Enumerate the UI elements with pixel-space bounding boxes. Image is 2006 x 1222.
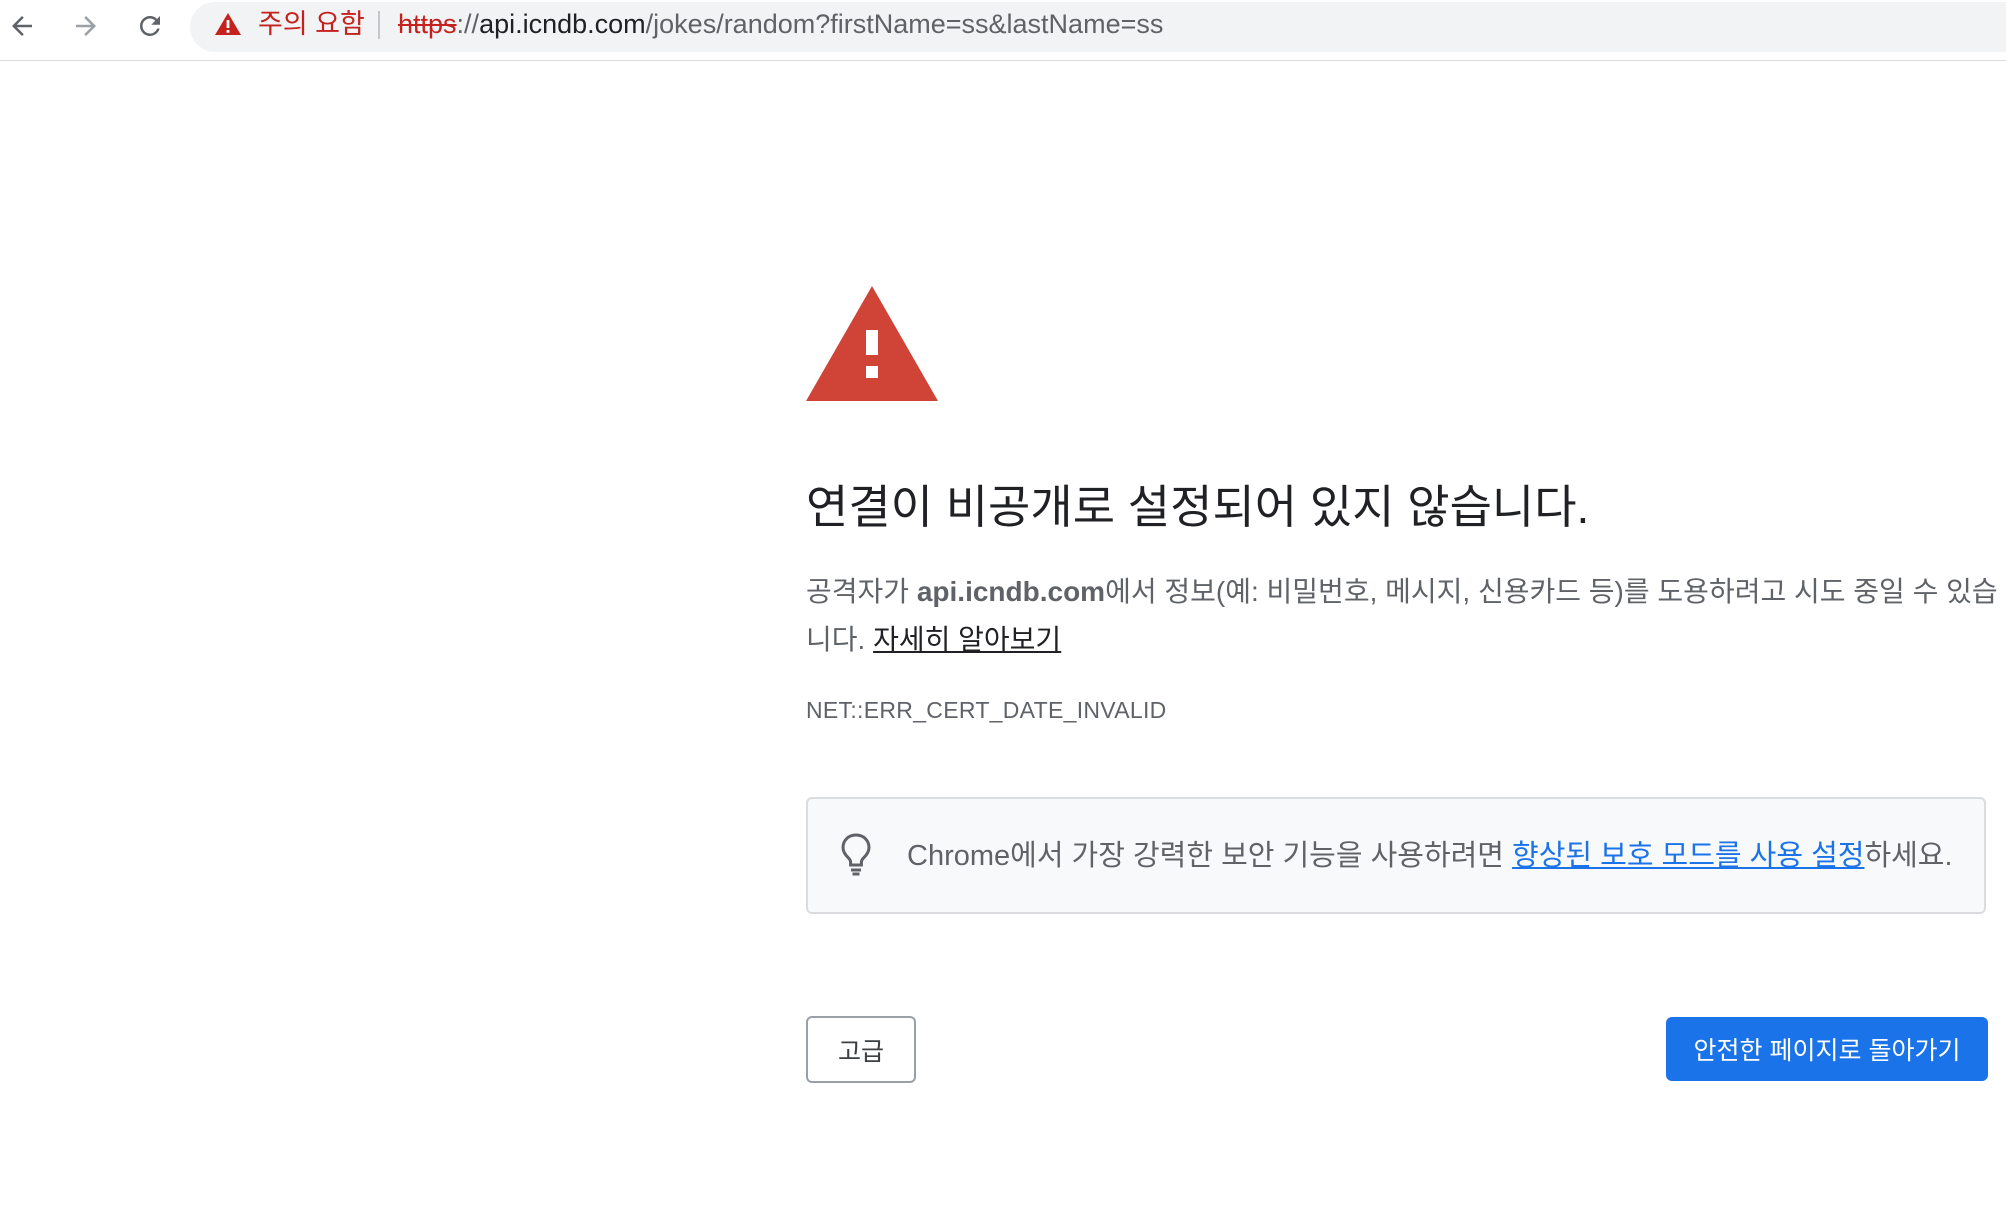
url-scheme: https (398, 9, 457, 39)
enhanced-protection-banner: Chrome에서 가장 강력한 보안 기능을 사용하려면 향상된 보호 모드를 … (806, 797, 1986, 914)
back-arrow-icon (12, 16, 32, 36)
warning-icon[interactable] (214, 11, 242, 37)
learn-more-link[interactable]: 자세히 알아보기 (873, 624, 1061, 655)
url-host: api.icndb.com (479, 9, 646, 39)
warning-triangle-icon (806, 286, 938, 401)
tip-suffix: 하세요. (1864, 840, 1953, 872)
address-bar-divider (378, 11, 380, 39)
error-code[interactable]: NET::ERR_CERT_DATE_INVALID (806, 695, 1167, 725)
forward-button[interactable] (66, 6, 106, 46)
main-message: 공격자가 api.icndb.com에서 정보(예: 비밀번호, 메시지, 신용… (806, 568, 2001, 664)
browser-toolbar: 주의 요함 https://api.icndb.com/jokes/random… (0, 0, 2006, 61)
not-secure-chip[interactable]: 주의 요함 (258, 8, 365, 40)
message-host: api.icndb.com (916, 576, 1106, 607)
back-button[interactable] (2, 6, 42, 46)
advanced-button[interactable]: 고급 (806, 1016, 916, 1083)
forward-arrow-icon (76, 16, 96, 36)
page-title: 연결이 비공개로 설정되어 있지 않습니다. (806, 481, 1590, 533)
lightbulb-icon (841, 833, 871, 876)
enhanced-protection-link[interactable]: 향상된 보호 모드를 사용 설정 (1512, 840, 1864, 872)
reload-button[interactable] (130, 6, 170, 46)
back-to-safety-button[interactable]: 안전한 페이지로 돌아가기 (1666, 1017, 1988, 1081)
tip-prefix: Chrome에서 가장 강력한 보안 기능을 사용하려면 (907, 840, 1513, 872)
url-separator: :// (456, 9, 480, 39)
message-prefix: 공격자가 (806, 576, 917, 607)
url-text[interactable]: https://api.icndb.com/jokes/random?first… (398, 8, 1163, 40)
url-path: /jokes/random?firstName=ss&lastName=ss (645, 9, 1164, 39)
tip-message: Chrome에서 가장 강력한 보안 기능을 사용하려면 향상된 보호 모드를 … (907, 837, 1953, 875)
reload-icon (139, 15, 160, 37)
